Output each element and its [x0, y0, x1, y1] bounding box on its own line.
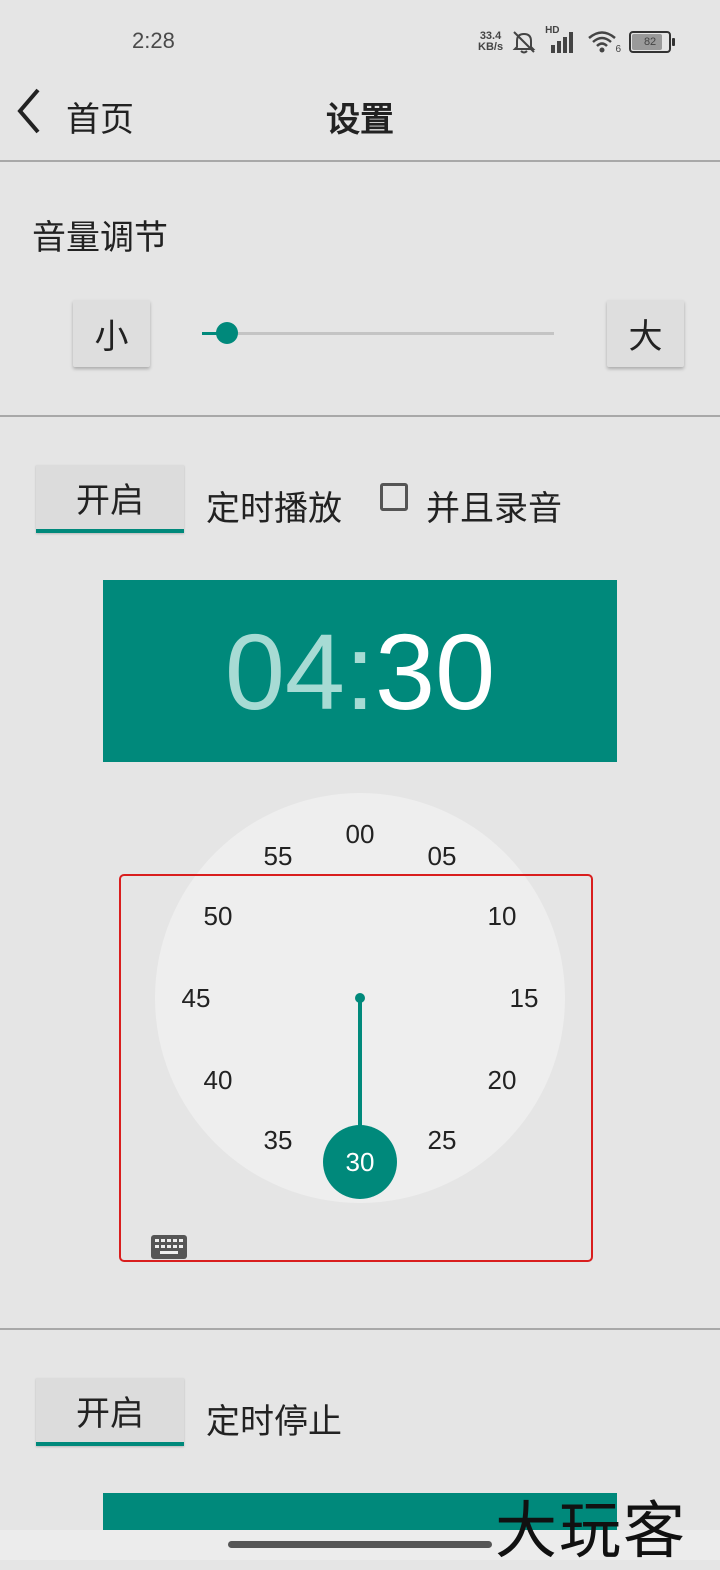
clock-minute-25[interactable]: 25	[412, 1120, 472, 1160]
header-divider	[0, 160, 720, 162]
clock-minute-45[interactable]: 45	[166, 978, 226, 1018]
record-checkbox-label[interactable]: 并且录音	[426, 481, 562, 530]
wifi-badge: 6	[615, 44, 622, 55]
clock-minute-05[interactable]: 05	[412, 836, 472, 876]
time-separator: :	[344, 610, 375, 732]
status-time: 2:28	[132, 28, 175, 53]
volume-divider	[0, 415, 720, 417]
clock-minute-50[interactable]: 50	[188, 896, 248, 936]
watermark-text: 大玩客	[495, 1494, 688, 1567]
volume-section-title: 音量调节	[32, 218, 168, 258]
battery-level: 82	[643, 36, 657, 48]
volume-slider-track[interactable]	[202, 332, 554, 335]
battery-icon: 82	[629, 31, 676, 53]
keyboard-icon[interactable]	[150, 1234, 188, 1260]
scheduled-play-label: 定时播放	[206, 489, 342, 529]
wifi-icon: 6	[587, 29, 621, 55]
mute-bell-icon	[512, 31, 536, 54]
hour-display[interactable]: 04	[225, 609, 345, 734]
home-indicator[interactable]	[228, 1541, 492, 1548]
record-checkbox[interactable]	[380, 483, 408, 511]
volume-slider-thumb[interactable]	[215, 322, 238, 344]
clock-minute-55[interactable]: 55	[248, 836, 308, 876]
scheduled-stop-toggle-button[interactable]: 开启	[36, 1378, 184, 1446]
status-icons: 33.4 KB/s HD 6 82	[478, 25, 676, 56]
scheduled-play-divider	[0, 1328, 720, 1330]
clock-minute-15[interactable]: 15	[494, 978, 554, 1018]
minute-display[interactable]: 30	[375, 609, 495, 734]
clock-minute-00[interactable]: 00	[330, 814, 390, 854]
scheduled-stop-label: 定时停止	[206, 1402, 342, 1442]
clock-minute-40[interactable]: 40	[188, 1060, 248, 1100]
clock-minute-35[interactable]: 35	[248, 1120, 308, 1160]
page-title: 设置	[326, 100, 394, 140]
clock-minute-10[interactable]: 10	[472, 896, 532, 936]
scheduled-play-toggle-button[interactable]: 开启	[36, 465, 184, 533]
network-speed-unit: KB/s	[478, 41, 504, 53]
volume-increase-button[interactable]: 大	[607, 300, 684, 367]
volume-decrease-button[interactable]: 小	[73, 300, 150, 367]
clock-minute-20[interactable]: 20	[472, 1060, 532, 1100]
time-display: 04 : 30	[103, 580, 617, 762]
network-speed: 33.4 KB/s	[478, 31, 503, 53]
cellular-signal-icon: HD	[545, 25, 579, 55]
